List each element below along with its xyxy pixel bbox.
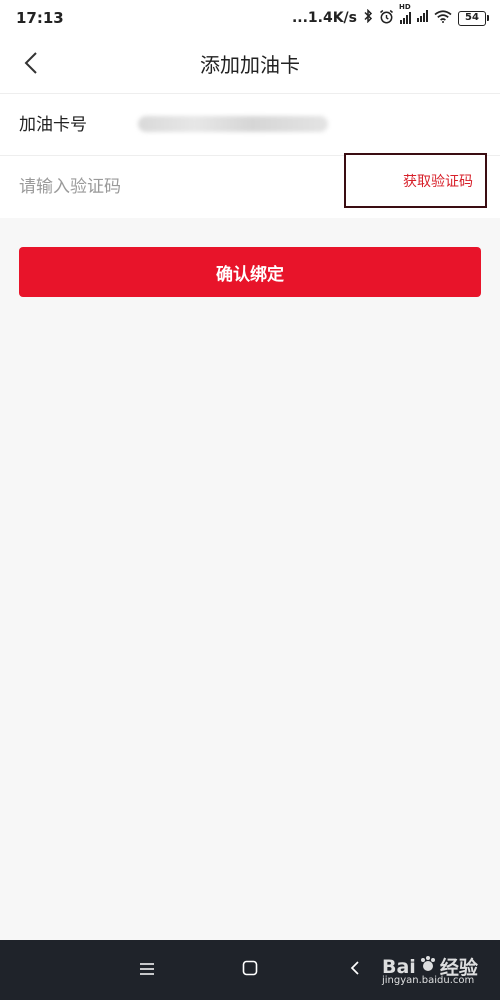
baidu-watermark: Bai 经验 <box>382 953 478 993</box>
network-speed: ...1.4K/s <box>291 10 357 26</box>
menu-icon <box>139 961 155 980</box>
header: 添加加油卡 <box>0 36 500 94</box>
wifi-icon <box>434 9 452 27</box>
hd-badge: HD <box>399 3 411 11</box>
battery-icon: 54 <box>458 10 489 26</box>
battery-level: 54 <box>465 12 479 23</box>
card-number-row: 加油卡号 9100271000000067091 <box>0 94 500 156</box>
nav-back-button[interactable] <box>339 954 371 986</box>
signal-icon: HD <box>399 3 411 24</box>
back-chevron-icon <box>350 960 360 980</box>
screen: 17:13 ...1.4K/s HD 54 添加加油卡 加油卡号 请输入验证码 … <box>0 0 500 1000</box>
card-number-value: 9100271000000067091 <box>138 116 328 132</box>
status-time: 17:13 <box>16 9 64 27</box>
menu-button[interactable] <box>131 954 163 986</box>
card-number-label: 加油卡号 <box>19 115 87 135</box>
page-title: 添加加油卡 <box>200 53 300 77</box>
get-code-button[interactable]: 获取验证码 <box>344 153 487 208</box>
home-button[interactable] <box>234 954 266 986</box>
status-icons: ...1.4K/s HD 54 <box>291 3 489 28</box>
alarm-icon <box>379 9 394 28</box>
bluetooth-icon <box>363 8 373 27</box>
confirm-bind-button[interactable]: 确认绑定 <box>19 247 481 297</box>
status-bar: 17:13 ...1.4K/s HD 54 <box>0 0 500 36</box>
signal-icon <box>417 10 428 26</box>
home-square-icon <box>242 960 258 980</box>
watermark-url: jingyan.baidu.com <box>382 975 475 986</box>
verification-code-input[interactable] <box>19 156 319 218</box>
